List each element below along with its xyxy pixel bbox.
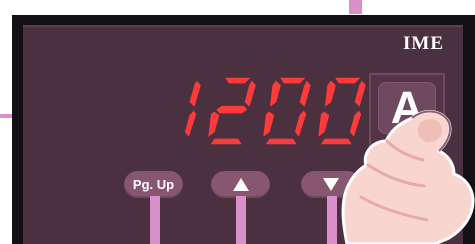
up-button[interactable] (211, 171, 270, 198)
seven-segment-glyph (318, 77, 366, 145)
segment-e (318, 111, 330, 137)
page-up-label: Pg. Up (132, 177, 175, 192)
down-button[interactable] (301, 171, 361, 198)
triangle-up-icon (232, 178, 249, 191)
segment-f (324, 80, 336, 107)
segment-c (294, 110, 307, 137)
segment-b (354, 80, 366, 107)
segment-c (184, 110, 197, 137)
triangle-down-icon (323, 178, 339, 191)
unit-label: A (390, 81, 424, 133)
segment-e (208, 111, 220, 137)
segment-d (210, 138, 242, 145)
segment-f (269, 80, 281, 107)
segment-d (320, 138, 352, 145)
seven-segment-glyph (263, 77, 311, 145)
segment-b (189, 80, 201, 107)
page-up-button[interactable]: Pg. Up (124, 171, 183, 198)
segment-d (265, 138, 297, 145)
segment-a (335, 77, 361, 84)
segment-b (244, 80, 256, 107)
led-digit-2 (204, 75, 260, 147)
meter-screenshot: IME A Pg. Up (0, 0, 475, 244)
segment-c (349, 110, 362, 137)
brand-label: IME (403, 33, 444, 54)
seven-segment-glyph (208, 77, 256, 145)
segment-b (299, 80, 311, 107)
up-callout-line (236, 196, 246, 244)
segment-a (280, 77, 306, 84)
top-callout-line (349, 0, 362, 14)
led-digit-3 (259, 75, 315, 147)
page-up-callout-line (150, 196, 160, 244)
segment-e (263, 111, 275, 137)
segment-g (216, 105, 248, 114)
led-digit-1 (149, 75, 205, 147)
led-readout (155, 71, 375, 151)
segment-a (225, 77, 251, 84)
seven-segment-glyph (184, 80, 201, 137)
led-digit-4 (314, 75, 370, 147)
down-callout-line (327, 196, 337, 244)
